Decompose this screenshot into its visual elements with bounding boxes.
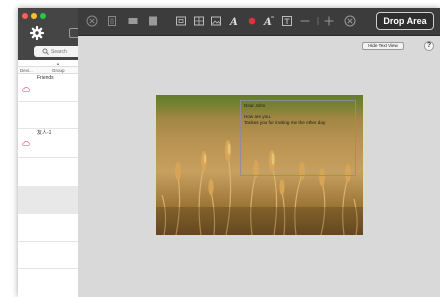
plus-icon[interactable]: [323, 15, 335, 27]
column-device[interactable]: Devi...: [20, 68, 33, 73]
search-icon: [42, 48, 49, 55]
row-divider: [18, 101, 78, 102]
column-header: Devi... Group: [18, 66, 78, 74]
text-format-icon[interactable]: A: [263, 15, 275, 27]
window-icon[interactable]: [175, 15, 187, 27]
page-icon[interactable]: [147, 15, 159, 27]
wheat-field-image: Dear John How are you. Tankes you for in…: [156, 95, 363, 235]
minus-icon[interactable]: [299, 15, 311, 27]
search-input[interactable]: [51, 46, 77, 57]
svg-text:A: A: [229, 17, 238, 27]
sidebar-header: [18, 8, 78, 60]
text-view[interactable]: Dear John How are you. Tankes you for in…: [240, 100, 356, 176]
minimize-window-button[interactable]: [31, 13, 37, 19]
delete-icon[interactable]: [86, 15, 98, 27]
close-window-button[interactable]: [22, 13, 28, 19]
column-group[interactable]: Group: [52, 68, 65, 73]
clear-icon[interactable]: [344, 15, 356, 27]
cloud-icon: [22, 141, 30, 146]
row-divider: [18, 241, 78, 242]
document-icon[interactable]: [106, 15, 118, 27]
text-frame-icon[interactable]: [281, 15, 293, 27]
group-label[interactable]: Friends: [37, 75, 54, 81]
search-field[interactable]: [34, 46, 78, 57]
row-divider: [18, 157, 78, 158]
text-style-icon[interactable]: A: [228, 15, 240, 27]
record-icon[interactable]: [246, 15, 258, 27]
zoom-window-button[interactable]: [40, 13, 46, 19]
toolbar: A A Drop Area: [78, 8, 440, 36]
svg-text:A: A: [263, 17, 272, 27]
card-icon[interactable]: [127, 15, 139, 27]
row-divider: [18, 268, 78, 269]
sidebar-tab-icon[interactable]: [69, 28, 78, 38]
cloud-icon: [22, 87, 30, 92]
drop-area-button[interactable]: Drop Area: [376, 12, 434, 30]
canvas: Hide Text View ? Dear John How are you. …: [78, 36, 440, 297]
group-label[interactable]: 友人-1: [37, 129, 51, 136]
table-icon[interactable]: [193, 15, 205, 27]
help-button[interactable]: ?: [424, 41, 434, 51]
app-window: ▲ Devi... Group Friends 友人-1: [18, 8, 440, 297]
image-icon[interactable]: [210, 15, 222, 27]
hide-text-view-button[interactable]: Hide Text View: [362, 42, 404, 50]
gear-icon[interactable]: [30, 26, 44, 40]
sidebar: ▲ Devi... Group Friends 友人-1: [18, 8, 78, 297]
selected-row[interactable]: [18, 186, 78, 214]
